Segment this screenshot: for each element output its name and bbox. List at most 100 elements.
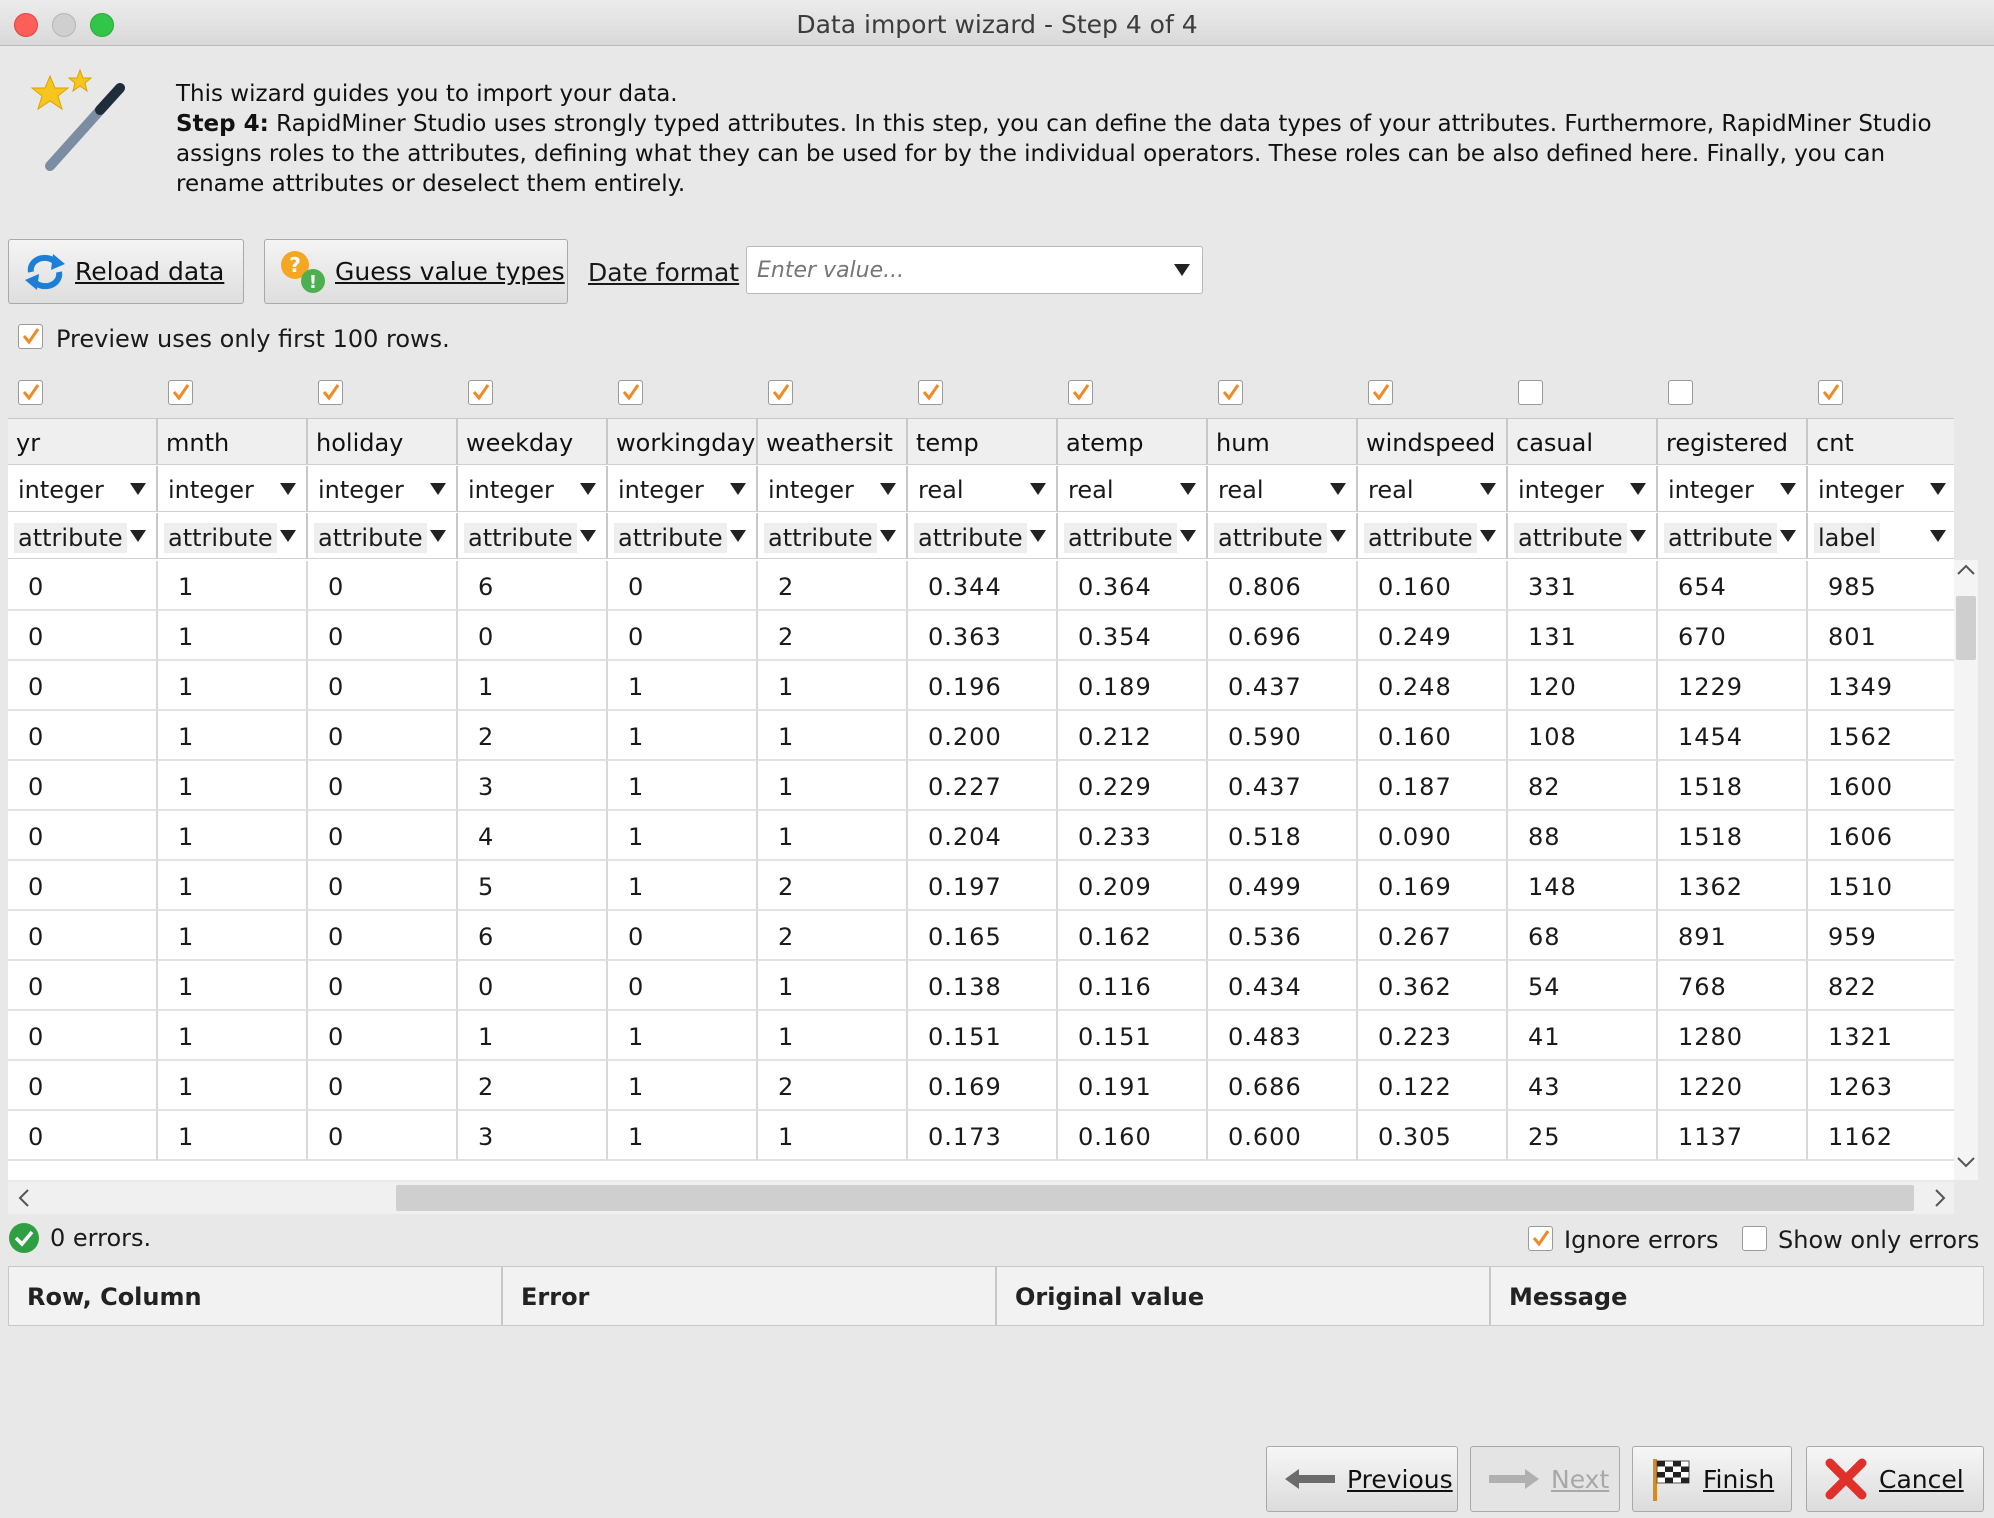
column-type-dropdown-yr[interactable]: integer	[8, 466, 158, 512]
chevron-down-icon[interactable]	[280, 530, 296, 542]
column-select-checkbox-atemp[interactable]	[1068, 380, 1093, 405]
column-select-checkbox-weathersit[interactable]	[768, 380, 793, 405]
column-type-dropdown-holiday[interactable]: integer	[308, 466, 458, 512]
column-role-dropdown-temp[interactable]: attribute	[908, 513, 1058, 559]
column-select-checkbox-casual[interactable]	[1518, 380, 1543, 405]
chevron-left-icon[interactable]	[14, 1186, 34, 1210]
chevron-down-icon[interactable]	[1954, 1152, 1978, 1172]
column-type-dropdown-atemp[interactable]: real	[1058, 466, 1208, 512]
column-type-dropdown-mnth[interactable]: integer	[158, 466, 308, 512]
previous-button[interactable]: Previous	[1266, 1446, 1458, 1512]
chevron-down-icon[interactable]	[1780, 530, 1796, 542]
chevron-down-icon[interactable]	[1630, 530, 1646, 542]
column-select-checkbox-windspeed[interactable]	[1368, 380, 1393, 405]
chevron-down-icon[interactable]	[430, 530, 446, 542]
column-header-atemp[interactable]: atemp	[1058, 419, 1208, 465]
chevron-down-icon[interactable]	[1480, 483, 1496, 495]
column-type-dropdown-temp[interactable]: real	[908, 466, 1058, 512]
chevron-down-icon[interactable]	[430, 483, 446, 495]
chevron-down-icon[interactable]	[1630, 483, 1646, 495]
column-role-dropdown-windspeed[interactable]: attribute	[1358, 513, 1508, 559]
vertical-scrollbar[interactable]	[1954, 560, 1978, 1180]
column-role-dropdown-workingday[interactable]: attribute	[608, 513, 758, 559]
column-type-dropdown-weathersit[interactable]: integer	[758, 466, 908, 512]
chevron-up-icon[interactable]	[1954, 560, 1978, 580]
column-select-checkbox-hum[interactable]	[1218, 380, 1243, 405]
column-header-registered[interactable]: registered	[1658, 419, 1808, 465]
column-select-checkbox-cnt[interactable]	[1818, 380, 1843, 405]
chevron-down-icon[interactable]	[1180, 530, 1196, 542]
column-select-checkbox-temp[interactable]	[918, 380, 943, 405]
column-header-temp[interactable]: temp	[908, 419, 1058, 465]
column-header-weathersit[interactable]: weathersit	[758, 419, 908, 465]
preview-table[interactable]: yr integer attribute mnth integer attribute ho…	[8, 418, 1954, 1180]
finish-button[interactable]: Finish	[1632, 1446, 1792, 1512]
chevron-down-icon[interactable]	[580, 483, 596, 495]
column-header-cnt[interactable]: cnt	[1808, 419, 1954, 465]
error-col-row-column[interactable]: Row, Column	[9, 1267, 503, 1325]
chevron-right-icon[interactable]	[1930, 1186, 1950, 1210]
column-select-checkbox-holiday[interactable]	[318, 380, 343, 405]
column-role-dropdown-holiday[interactable]: attribute	[308, 513, 458, 559]
vertical-scroll-thumb[interactable]	[1956, 596, 1976, 660]
chevron-down-icon[interactable]	[1174, 264, 1190, 276]
error-col-error[interactable]: Error	[503, 1267, 997, 1325]
column-type-dropdown-cnt[interactable]: integer	[1808, 466, 1954, 512]
column-select-checkbox-workingday[interactable]	[618, 380, 643, 405]
column-type-dropdown-casual[interactable]: integer	[1508, 466, 1658, 512]
error-col-original-value[interactable]: Original value	[997, 1267, 1491, 1325]
column-type-dropdown-windspeed[interactable]: real	[1358, 466, 1508, 512]
chevron-down-icon[interactable]	[1330, 530, 1346, 542]
chevron-down-icon[interactable]	[130, 530, 146, 542]
chevron-down-icon[interactable]	[1030, 483, 1046, 495]
column-header-weekday[interactable]: weekday	[458, 419, 608, 465]
column-type-dropdown-hum[interactable]: real	[1208, 466, 1358, 512]
chevron-down-icon[interactable]	[1930, 530, 1946, 542]
column-header-mnth[interactable]: mnth	[158, 419, 308, 465]
column-type-dropdown-workingday[interactable]: integer	[608, 466, 758, 512]
column-role-dropdown-cnt[interactable]: label	[1808, 513, 1954, 559]
chevron-down-icon[interactable]	[280, 483, 296, 495]
chevron-down-icon[interactable]	[1480, 530, 1496, 542]
column-role-dropdown-weekday[interactable]: attribute	[458, 513, 608, 559]
column-header-windspeed[interactable]: windspeed	[1358, 419, 1508, 465]
column-header-holiday[interactable]: holiday	[308, 419, 458, 465]
column-role-dropdown-weathersit[interactable]: attribute	[758, 513, 908, 559]
column-header-yr[interactable]: yr	[8, 419, 158, 465]
column-select-checkbox-registered[interactable]	[1668, 380, 1693, 405]
date-format-input[interactable]	[757, 253, 1157, 287]
column-header-workingday[interactable]: workingday	[608, 419, 758, 465]
column-header-hum[interactable]: hum	[1208, 419, 1358, 465]
chevron-down-icon[interactable]	[730, 483, 746, 495]
chevron-down-icon[interactable]	[1780, 483, 1796, 495]
column-type-dropdown-weekday[interactable]: integer	[458, 466, 608, 512]
chevron-down-icon[interactable]	[1180, 483, 1196, 495]
column-role-dropdown-atemp[interactable]: attribute	[1058, 513, 1208, 559]
chevron-down-icon[interactable]	[580, 530, 596, 542]
column-role-dropdown-hum[interactable]: attribute	[1208, 513, 1358, 559]
chevron-down-icon[interactable]	[730, 530, 746, 542]
error-col-message[interactable]: Message	[1491, 1267, 1983, 1325]
date-format-combobox[interactable]	[746, 246, 1203, 294]
horizontal-scroll-thumb[interactable]	[396, 1185, 1914, 1211]
column-select-checkbox-mnth[interactable]	[168, 380, 193, 405]
chevron-down-icon[interactable]	[130, 483, 146, 495]
chevron-down-icon[interactable]	[880, 483, 896, 495]
column-role-dropdown-yr[interactable]: attribute	[8, 513, 158, 559]
column-role-dropdown-casual[interactable]: attribute	[1508, 513, 1658, 559]
column-select-checkbox-weekday[interactable]	[468, 380, 493, 405]
column-type-dropdown-registered[interactable]: integer	[1658, 466, 1808, 512]
preview-first-100-checkbox[interactable]	[18, 324, 43, 349]
cancel-button[interactable]: Cancel	[1806, 1446, 1984, 1512]
chevron-down-icon[interactable]	[880, 530, 896, 542]
guess-value-types-button[interactable]: ? ! Guess value types	[264, 239, 568, 304]
column-role-dropdown-mnth[interactable]: attribute	[158, 513, 308, 559]
show-only-errors-checkbox[interactable]	[1742, 1226, 1767, 1251]
chevron-down-icon[interactable]	[1330, 483, 1346, 495]
column-select-checkbox-yr[interactable]	[18, 380, 43, 405]
ignore-errors-checkbox[interactable]	[1528, 1226, 1553, 1251]
column-role-dropdown-registered[interactable]: attribute	[1658, 513, 1808, 559]
column-header-casual[interactable]: casual	[1508, 419, 1658, 465]
chevron-down-icon[interactable]	[1930, 483, 1946, 495]
reload-data-button[interactable]: Reload data	[8, 239, 244, 304]
